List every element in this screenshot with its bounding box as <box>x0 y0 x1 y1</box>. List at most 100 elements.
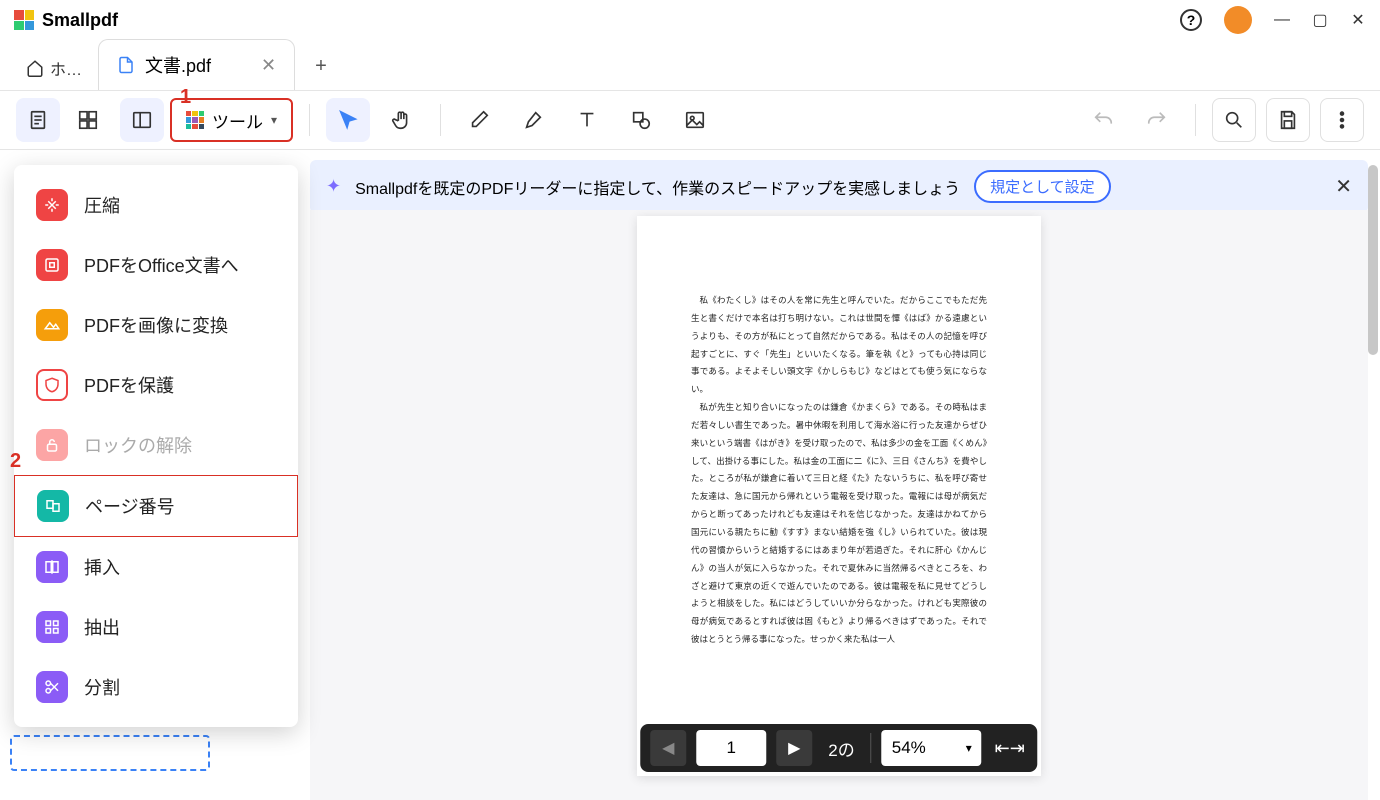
menu-item-label: 抽出 <box>84 614 120 640</box>
scrollbar[interactable] <box>1368 165 1378 800</box>
fit-width-button[interactable]: ⇤⇥ <box>992 730 1028 766</box>
prev-page-button[interactable]: ◀ <box>650 730 686 766</box>
more-menu-button[interactable] <box>1320 98 1364 142</box>
thumbnail-placeholder[interactable] <box>10 735 210 771</box>
zoom-select[interactable]: 54% ▾ <box>882 730 982 766</box>
redo-button[interactable] <box>1135 98 1179 142</box>
highlighter-icon <box>522 109 544 131</box>
tools-caret-icon: ▾ <box>271 113 277 127</box>
compress-icon <box>36 189 68 221</box>
insert-icon <box>36 551 68 583</box>
pan-tool-button[interactable] <box>380 98 424 142</box>
sparkle-icon: ✦ <box>326 176 341 197</box>
menu-item-page-number[interactable]: ページ番号 <box>14 475 298 537</box>
search-icon <box>1223 109 1245 131</box>
tools-menu: 圧縮 PDFをOffice文書へ PDFを画像に変換 PDFを保護 ロックの解除… <box>14 165 298 727</box>
app-name: Smallpdf <box>42 10 118 31</box>
menu-item-protect[interactable]: PDFを保護 <box>14 355 298 415</box>
tab-close-button[interactable]: ✕ <box>261 55 276 76</box>
zoom-value: 54% <box>892 738 926 758</box>
window-minimize-button[interactable]: — <box>1274 12 1290 28</box>
menu-item-to-image[interactable]: PDFを画像に変換 <box>14 295 298 355</box>
menu-item-insert[interactable]: 挿入 <box>14 537 298 597</box>
menu-item-split[interactable]: 分割 <box>14 657 298 717</box>
hand-icon <box>391 109 413 131</box>
sidebar-toggle-button[interactable] <box>120 98 164 142</box>
grid-icon <box>77 109 99 131</box>
document-viewport[interactable]: 私《わたくし》はその人を常に先生と呼んでいた。だからここでもただ先生と書くだけで… <box>310 210 1368 800</box>
home-icon <box>26 59 44 77</box>
toolbar: ツール ▾ <box>0 90 1380 150</box>
text-tool-button[interactable] <box>565 98 609 142</box>
view-page-button[interactable] <box>16 98 60 142</box>
cursor-icon <box>337 109 359 131</box>
new-tab-button[interactable]: + <box>299 43 343 90</box>
page-number-input[interactable] <box>696 730 766 766</box>
next-page-button[interactable]: ▶ <box>776 730 812 766</box>
home-tab-label: ホ… <box>50 56 82 80</box>
annotation-1: 1 <box>180 86 191 109</box>
pdf-page: 私《わたくし》はその人を常に先生と呼んでいた。だからここでもただ先生と書くだけで… <box>637 216 1041 776</box>
annotation-2: 2 <box>10 450 21 473</box>
banner-close-button[interactable]: ✕ <box>1335 174 1352 199</box>
menu-item-label: 圧縮 <box>84 192 120 218</box>
toolbar-divider <box>309 104 310 136</box>
shape-tool-button[interactable] <box>619 98 663 142</box>
search-button[interactable] <box>1212 98 1256 142</box>
undo-icon <box>1092 109 1114 131</box>
redo-icon <box>1146 109 1168 131</box>
extract-icon <box>36 611 68 643</box>
sidebar-icon <box>131 109 153 131</box>
save-icon <box>1277 109 1299 131</box>
highlighter-tool-button[interactable] <box>511 98 555 142</box>
page-control-bar: ◀ ▶ 2の 54% ▾ ⇤⇥ <box>640 724 1037 772</box>
kebab-icon <box>1331 109 1353 131</box>
chevron-down-icon: ▾ <box>966 741 972 755</box>
user-avatar[interactable] <box>1224 6 1252 34</box>
menu-item-label: 挿入 <box>84 554 120 580</box>
image-icon <box>684 109 706 131</box>
set-default-button[interactable]: 規定として設定 <box>974 170 1111 203</box>
toolbar-divider <box>440 104 441 136</box>
to-image-icon <box>36 309 68 341</box>
menu-item-label: 分割 <box>84 674 120 700</box>
default-reader-banner: ✦ Smallpdfを既定のPDFリーダーに指定して、作業のスピードアップを実感… <box>310 160 1368 213</box>
menu-item-label: PDFを画像に変換 <box>84 312 228 338</box>
menu-item-extract[interactable]: 抽出 <box>14 597 298 657</box>
help-button[interactable]: ? <box>1180 9 1202 31</box>
menu-item-label: ページ番号 <box>85 493 175 519</box>
file-icon <box>117 56 135 74</box>
pencil-tool-button[interactable] <box>457 98 501 142</box>
office-icon <box>36 249 68 281</box>
document-tab[interactable]: 文書.pdf ✕ <box>98 39 295 90</box>
tools-grid-icon <box>186 111 204 129</box>
split-icon <box>36 671 68 703</box>
document-paragraph: 私が先生と知り合いになったのは鎌倉《かまくら》である。その時私はまだ若々しい書生… <box>691 399 987 649</box>
document-paragraph: 私《わたくし》はその人を常に先生と呼んでいた。だからここでもただ先生と書くだけで… <box>691 292 987 399</box>
page-number-icon <box>37 490 69 522</box>
image-tool-button[interactable] <box>673 98 717 142</box>
home-tab[interactable]: ホ… <box>14 46 94 90</box>
pencil-icon <box>468 109 490 131</box>
window-close-button[interactable]: ✕ <box>1350 12 1366 28</box>
toolbar-divider <box>1195 104 1196 136</box>
menu-item-label: PDFをOffice文書へ <box>84 252 239 278</box>
menu-item-unlock: ロックの解除 <box>14 415 298 475</box>
window-maximize-button[interactable]: ▢ <box>1312 12 1328 28</box>
title-bar: Smallpdf ? — ▢ ✕ <box>0 0 1380 40</box>
app-logo-icon <box>14 10 34 30</box>
document-tab-label: 文書.pdf <box>145 52 211 78</box>
page-icon <box>27 109 49 131</box>
menu-item-compress[interactable]: 圧縮 <box>14 175 298 235</box>
menu-item-to-office[interactable]: PDFをOffice文書へ <box>14 235 298 295</box>
undo-button[interactable] <box>1081 98 1125 142</box>
shape-icon <box>630 109 652 131</box>
shield-icon <box>36 369 68 401</box>
footbar-divider <box>871 733 872 763</box>
unlock-icon <box>36 429 68 461</box>
save-button[interactable] <box>1266 98 1310 142</box>
select-tool-button[interactable] <box>326 98 370 142</box>
tab-bar: ホ… 文書.pdf ✕ + <box>0 40 1380 90</box>
view-grid-button[interactable] <box>66 98 110 142</box>
scrollbar-thumb[interactable] <box>1368 165 1378 355</box>
